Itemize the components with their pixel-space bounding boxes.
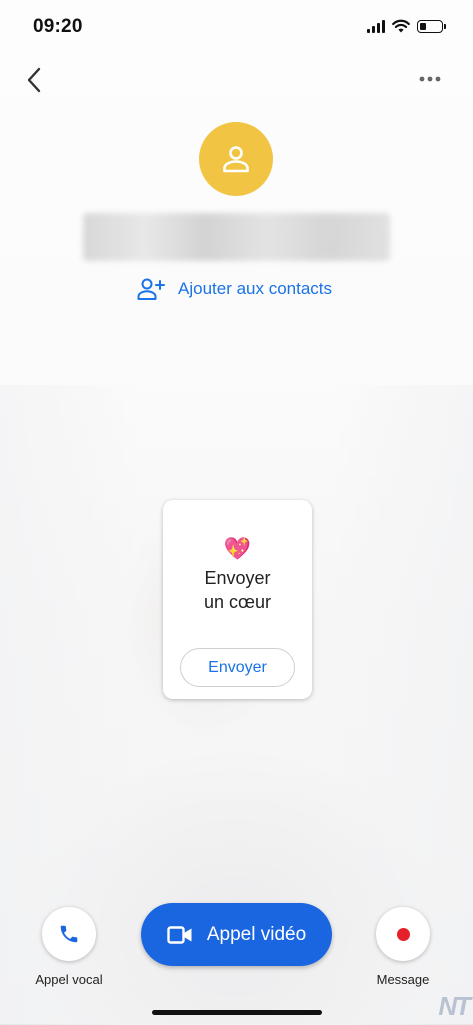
voice-call-label: Appel vocal xyxy=(35,972,103,987)
contact-number-blurred xyxy=(83,213,390,261)
call-actions-bar: Appel vocal Appel vidéo Message NT xyxy=(0,890,473,1024)
back-button[interactable] xyxy=(18,63,50,97)
person-icon xyxy=(223,146,249,173)
send-heart-button[interactable]: Envoyer xyxy=(180,648,295,687)
more-options-button[interactable] xyxy=(415,68,445,90)
video-camera-icon xyxy=(167,925,192,944)
video-call-button[interactable]: Appel vidéo xyxy=(141,903,332,966)
card-title-line2: un cœur xyxy=(203,592,272,612)
add-to-contacts-button[interactable]: Ajouter aux contacts xyxy=(137,277,332,301)
message-label: Message xyxy=(376,972,430,987)
phone-icon xyxy=(60,925,78,943)
more-horizontal-icon xyxy=(419,76,441,82)
chevron-left-icon xyxy=(27,67,41,93)
voice-call-button[interactable] xyxy=(42,907,96,961)
card-title-line1: Envoyer xyxy=(204,568,271,588)
home-indicator[interactable] xyxy=(152,1010,322,1015)
sparkling-heart-icon: 💖 xyxy=(223,536,252,561)
watermark-logo: NT xyxy=(438,991,471,1021)
card-title: Envoyer un cœur xyxy=(163,566,312,614)
record-dot-icon xyxy=(396,927,410,941)
battery-icon xyxy=(417,19,446,33)
send-heart-card: 💖 Envoyer un cœur Envoyer xyxy=(163,500,312,699)
video-call-label: Appel vidéo xyxy=(206,923,307,945)
wifi-icon xyxy=(392,19,410,33)
cellular-signal-icon xyxy=(367,19,385,33)
status-time: 09:20 xyxy=(33,16,83,37)
add-to-contacts-label: Ajouter aux contacts xyxy=(178,279,333,298)
add-person-icon xyxy=(137,278,165,300)
message-button[interactable] xyxy=(376,907,430,961)
avatar xyxy=(199,122,273,196)
status-bar: 09:20 xyxy=(0,0,473,54)
